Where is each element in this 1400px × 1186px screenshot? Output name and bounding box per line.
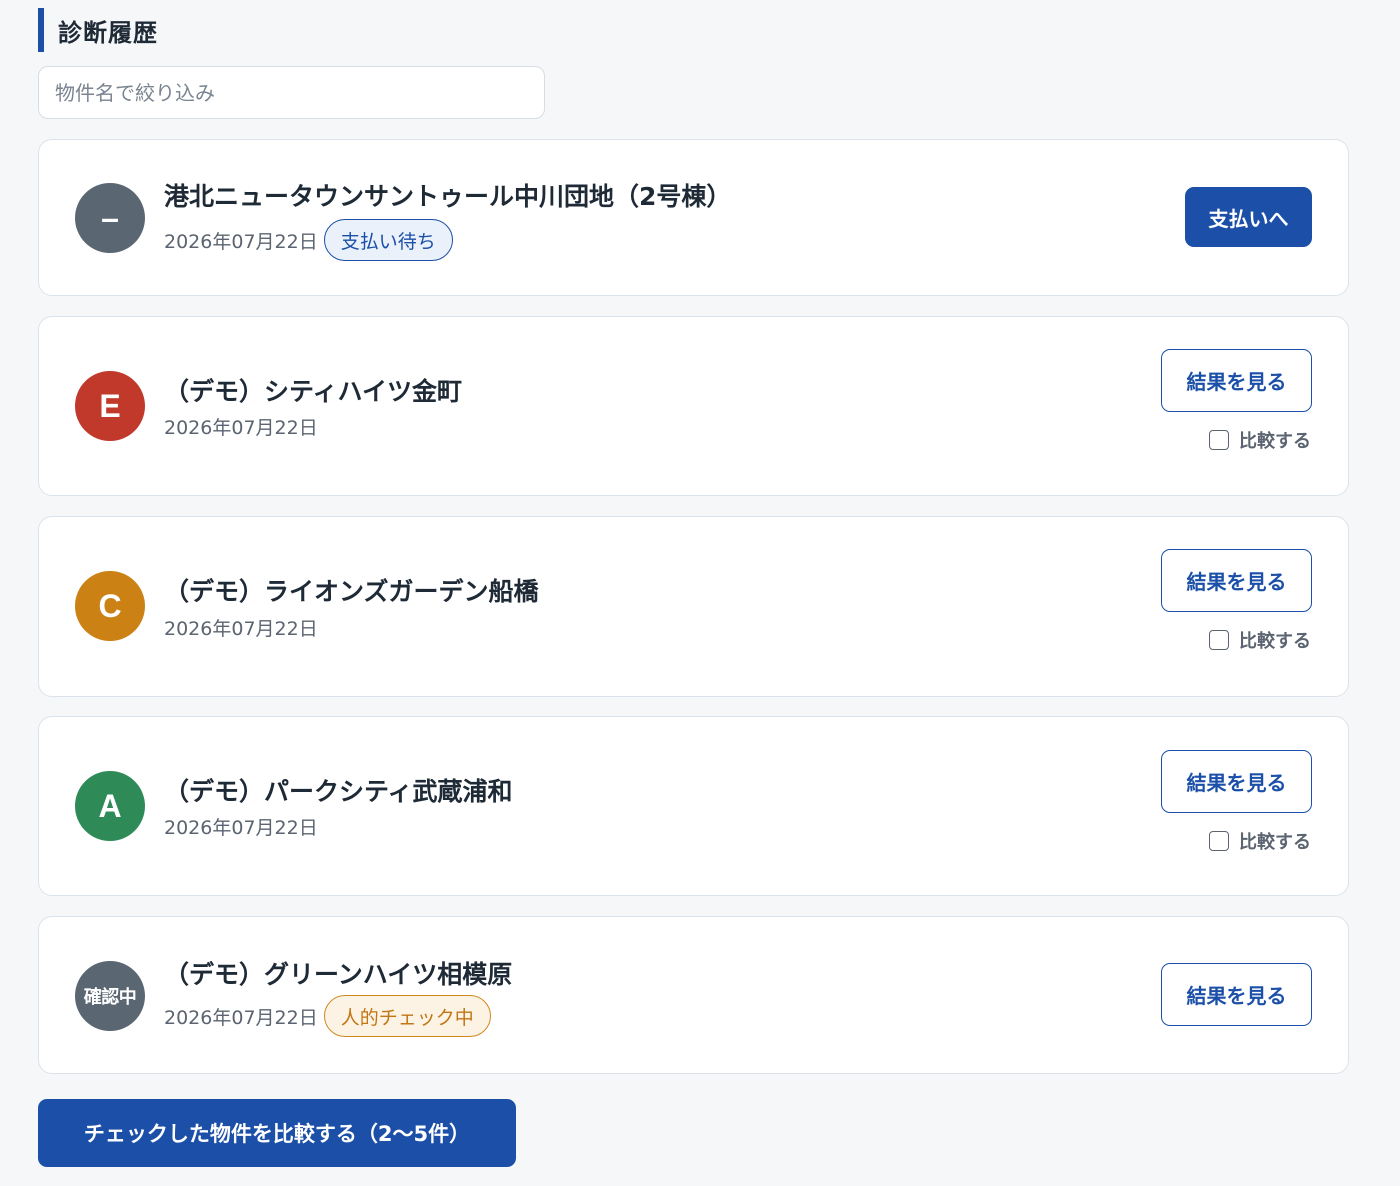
grade-avatar: 確認中 [75,961,145,1031]
status-badge: 支払い待ち [323,219,453,261]
diagnosis-date: 2026年07月22日 [164,417,318,439]
diagnosis-date: 2026年07月22日 [164,618,318,640]
grade-avatar: – [75,183,145,253]
heading-accent-bar [38,8,44,52]
grade-avatar: A [75,771,145,841]
card-meta: 2026年07月22日 [164,413,318,440]
compare-selected-button[interactable]: チェックした物件を比較する（2〜5件） [38,1099,516,1167]
history-card: 確認中 （デモ）グリーンハイツ相模原 2026年07月22日 人的チェック中 結… [38,916,1349,1074]
card-meta: 2026年07月22日 [164,813,318,840]
diagnosis-history-page: 診断履歴 – 港北ニュータウンサントゥール中川団地（2号棟） 2026年07月2… [0,0,1400,1186]
property-name: （デモ）シティハイツ金町 [164,377,463,406]
view-result-button[interactable]: 結果を見る [1161,349,1312,412]
diagnosis-date: 2026年07月22日 [164,1006,318,1029]
checkbox-box[interactable] [1209,831,1229,851]
compare-checkbox[interactable]: 比較する [1209,627,1311,653]
compare-checkbox[interactable]: 比較する [1209,427,1311,453]
compare-label: 比較する [1239,431,1311,452]
view-result-button[interactable]: 結果を見る [1161,963,1312,1026]
diagnosis-date: 2026年07月22日 [164,230,318,253]
history-card: E （デモ）シティハイツ金町 2026年07月22日 結果を見る 比較する [38,316,1349,496]
view-result-button[interactable]: 結果を見る [1161,750,1312,813]
property-name: （デモ）パークシティ武蔵浦和 [164,777,513,806]
property-name: 港北ニュータウンサントゥール中川団地（2号棟） [164,182,732,211]
property-name: （デモ）グリーンハイツ相模原 [164,960,513,989]
section-heading: 診断履歴 [38,8,158,52]
property-filter-input[interactable] [38,66,545,119]
view-result-button[interactable]: 結果を見る [1161,549,1312,612]
go-to-payment-button[interactable]: 支払いへ [1185,187,1312,247]
compare-label: 比較する [1239,631,1311,652]
history-card: – 港北ニュータウンサントゥール中川団地（2号棟） 2026年07月22日 支払… [38,139,1349,296]
history-card: C （デモ）ライオンズガーデン船橋 2026年07月22日 結果を見る 比較する [38,516,1349,697]
status-badge: 人的チェック中 [323,995,491,1037]
compare-checkbox[interactable]: 比較する [1209,828,1311,854]
page-title: 診断履歴 [58,18,158,47]
compare-label: 比較する [1239,832,1311,853]
property-name: （デモ）ライオンズガーデン船橋 [164,577,539,606]
card-meta: 2026年07月22日 人的チェック中 [164,995,491,1037]
checkbox-box[interactable] [1209,630,1229,650]
card-meta: 2026年07月22日 [164,614,318,641]
checkbox-box[interactable] [1209,430,1229,450]
diagnosis-date: 2026年07月22日 [164,817,318,839]
card-meta: 2026年07月22日 支払い待ち [164,219,453,261]
grade-avatar: C [75,571,145,641]
grade-avatar: E [75,371,145,441]
history-card: A （デモ）パークシティ武蔵浦和 2026年07月22日 結果を見る 比較する [38,716,1349,896]
